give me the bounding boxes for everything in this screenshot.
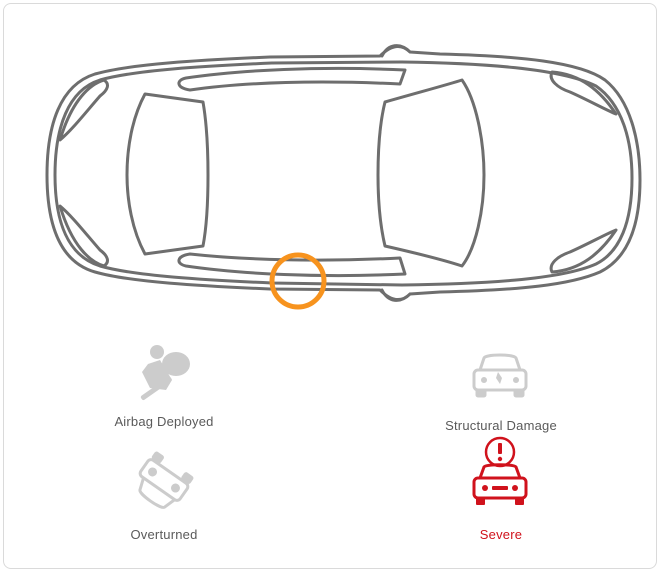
left-side-window bbox=[177, 66, 407, 92]
car-body-outline-inner bbox=[53, 60, 634, 287]
overturned-label: Overturned bbox=[130, 527, 198, 542]
car-top-view-diagram bbox=[45, 44, 642, 310]
airbag-deployed-label: Airbag Deployed bbox=[114, 414, 214, 429]
impact-point-marker bbox=[269, 252, 327, 310]
structural-damage-label: Structural Damage bbox=[445, 418, 557, 433]
rear-window bbox=[125, 92, 210, 256]
car-body-outline-outer bbox=[45, 45, 642, 301]
front-windshield bbox=[376, 78, 486, 268]
severe-label: Severe bbox=[479, 527, 523, 542]
front-right-headlight bbox=[549, 228, 618, 274]
